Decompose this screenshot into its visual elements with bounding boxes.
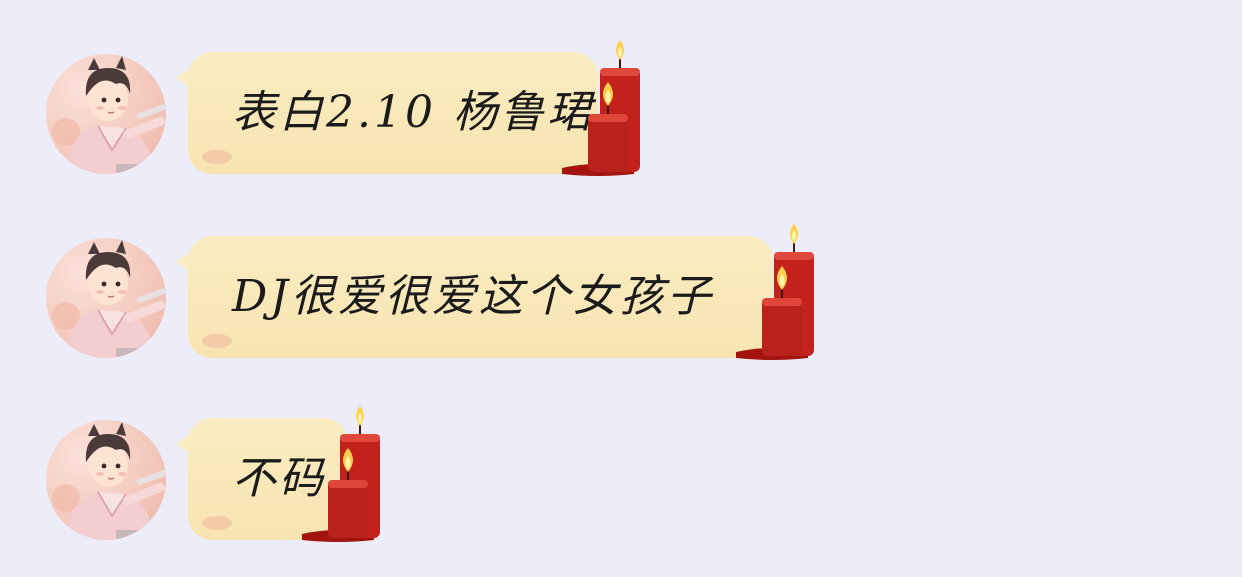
avatar[interactable] — [46, 54, 166, 174]
boy-avatar-icon — [52, 56, 166, 174]
message-bubble[interactable]: 表白2.10 杨鲁珺 — [176, 52, 598, 174]
chat-message: 不码 — [0, 406, 1242, 546]
bubble-decoration — [202, 334, 232, 348]
chat-message: 表白2.10 杨鲁珺 — [0, 40, 1242, 180]
boy-avatar-icon — [52, 422, 166, 540]
message-bubble[interactable]: DJ很爱很爱这个女孩子 — [176, 236, 773, 358]
candle-icon — [736, 224, 814, 360]
message-text: 表白2.10 杨鲁珺 — [232, 87, 594, 138]
candle-icon — [302, 406, 380, 542]
candle-icon — [562, 40, 640, 176]
chat-message: DJ很爱很爱这个女孩子 — [0, 224, 1242, 364]
bubble-decoration — [202, 516, 232, 530]
avatar[interactable] — [46, 238, 166, 358]
boy-avatar-icon — [52, 240, 166, 358]
avatar[interactable] — [46, 420, 166, 540]
message-text: DJ很爱很爱这个女孩子 — [232, 271, 714, 322]
bubble-decoration — [202, 150, 232, 164]
